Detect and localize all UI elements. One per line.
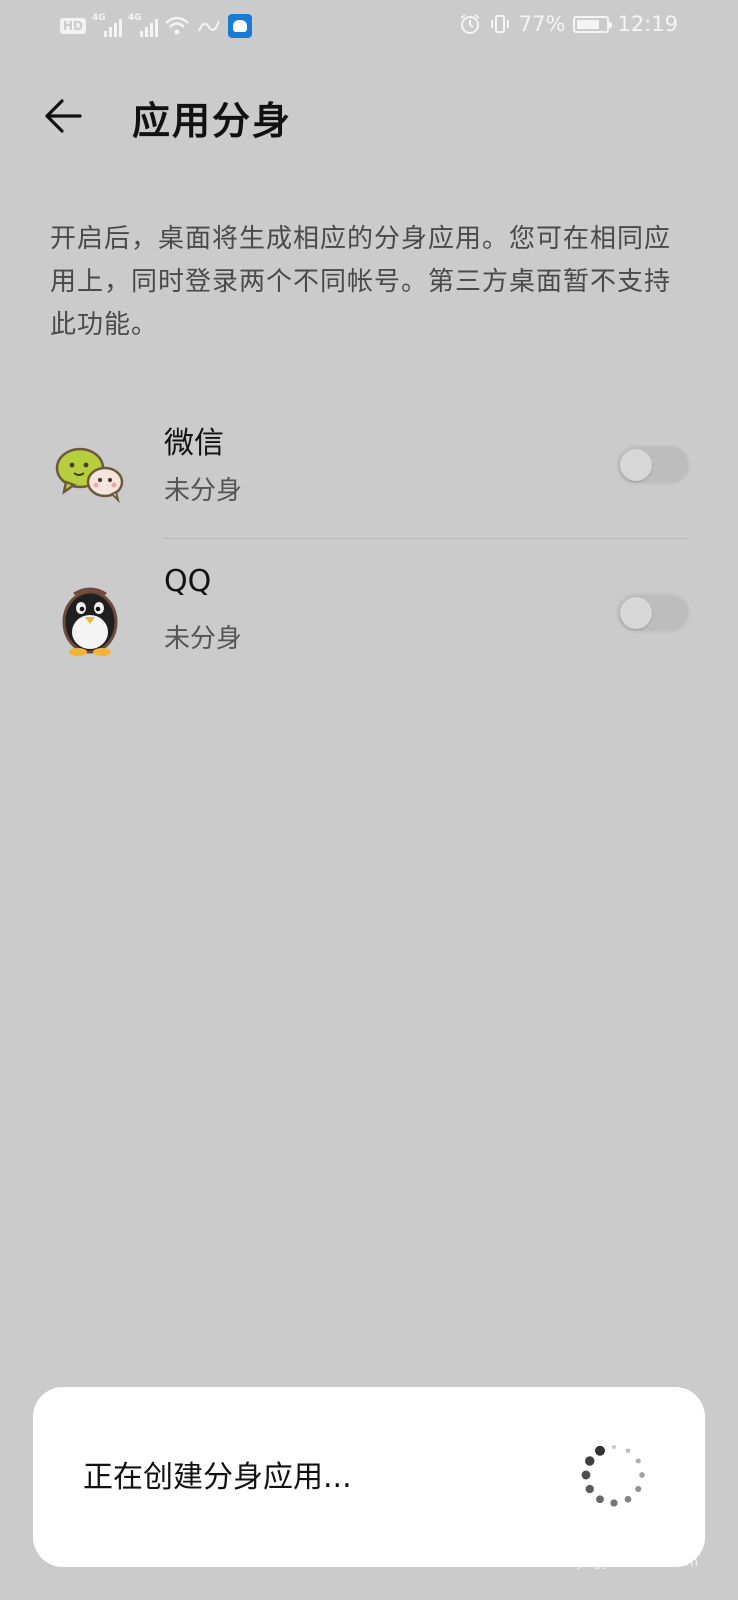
- spinner-dot: [610, 1499, 618, 1507]
- back-arrow-icon: [45, 99, 82, 133]
- qq-toggle[interactable]: [616, 593, 690, 633]
- app-name: QQ: [164, 564, 212, 599]
- spinner-dot: [596, 1495, 604, 1504]
- notification-icon: [198, 20, 220, 32]
- spinner-dot: [585, 1484, 594, 1494]
- app-name: 微信: [164, 426, 224, 461]
- spinner-dot: [624, 1495, 632, 1503]
- watermark-brand: Baidu经验: [545, 1520, 698, 1553]
- alarm-icon: [460, 14, 480, 34]
- spinner-dot: [612, 1445, 616, 1449]
- status-bar: HD 4G 4G 77% 12:19: [0, 0, 738, 56]
- watermark-url: jingyan.baidu.com: [578, 1555, 698, 1570]
- spinner-dot: [585, 1456, 595, 1466]
- cellular-signal-icon: 4G: [92, 13, 123, 37]
- app-header: 应用分身: [0, 80, 738, 150]
- spinner-dot: [635, 1458, 641, 1464]
- spinner-dot: [625, 1448, 631, 1454]
- spinner-dot: [639, 1472, 645, 1478]
- hd-badge: HD: [60, 18, 87, 34]
- app-notification-icon: [228, 14, 253, 38]
- spinner-dot: [581, 1470, 591, 1480]
- description-text: 开启后，桌面将生成相应的分身应用。您可在相同应用上，同时登录两个不同帐号。第三方…: [50, 224, 672, 340]
- clock: 12:19: [617, 12, 678, 36]
- battery-percent: 77%: [518, 12, 566, 36]
- toggle-knob: [620, 597, 652, 629]
- baidu-watermark: Baidu经验 jingyan.baidu.com: [545, 1515, 698, 1570]
- qq-icon: [62, 587, 118, 656]
- app-status: 未分身: [164, 624, 243, 654]
- page-title: 应用分身: [132, 99, 293, 143]
- wechat-icon: [55, 447, 124, 504]
- back-button[interactable]: [40, 90, 100, 140]
- wifi-icon: [165, 16, 189, 35]
- spinner-dot: [635, 1485, 642, 1493]
- toggle-knob: [620, 449, 652, 481]
- dialog-message: 正在创建分身应用...: [83, 1460, 352, 1495]
- divider: [164, 538, 688, 539]
- battery-fill: [577, 19, 600, 29]
- list-item-qq: QQ 未分身: [0, 546, 738, 694]
- app-status: 未分身: [164, 476, 243, 506]
- wechat-toggle[interactable]: [616, 445, 690, 485]
- vibrate-icon: [490, 15, 509, 33]
- cellular-signal-icon-2: 4G: [128, 13, 159, 37]
- list-item-wechat: 微信 未分身: [0, 398, 738, 546]
- battery-icon: [573, 15, 613, 33]
- spinner-dot: [595, 1445, 605, 1456]
- loading-spinner-icon: [581, 1445, 645, 1507]
